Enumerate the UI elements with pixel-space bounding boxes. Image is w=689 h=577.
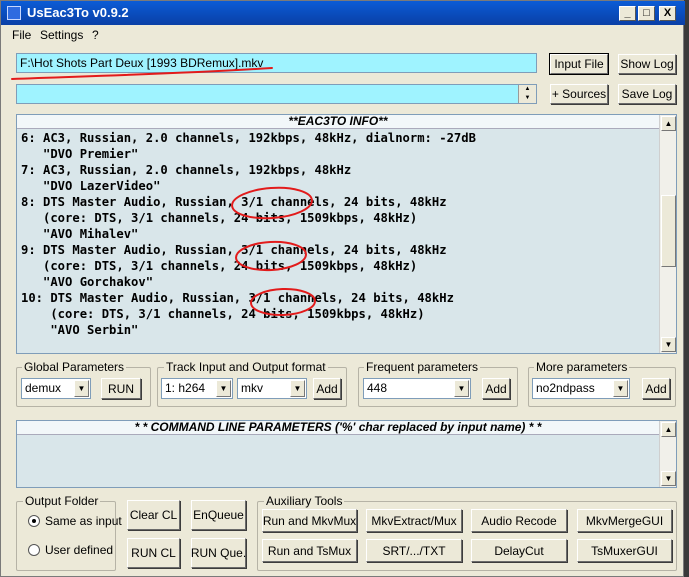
menu-bar: File Settings ? [1, 25, 685, 45]
global-parameters-value: demux [25, 381, 62, 395]
frequent-parameters-select[interactable]: 448 ▼ [363, 378, 471, 399]
info-line: "DVO Premier" [21, 147, 139, 161]
save-log-button[interactable]: Save Log [618, 84, 676, 104]
user-defined-label[interactable]: User defined [45, 543, 113, 557]
enqueue-button[interactable]: EnQueue [191, 500, 246, 530]
info-line: (core: DTS, 3/1 channels, 24 bits, 1509k… [21, 259, 418, 273]
scroll-down-icon[interactable]: ▼ [661, 337, 676, 352]
info-line: "AVO Serbin" [21, 323, 139, 337]
chevron-down-icon[interactable]: ▼ [454, 380, 469, 397]
info-line: "AVO Mihalev" [21, 227, 139, 241]
info-panel-header: **EAC3TO INFO** [17, 115, 659, 129]
info-panel-scrollbar[interactable]: ▲ ▼ [659, 115, 676, 353]
track-select[interactable]: 1: h264 ▼ [161, 378, 233, 399]
scroll-up-icon[interactable]: ▲ [661, 422, 676, 437]
more-parameters-value: no2ndpass [536, 381, 595, 395]
info-line: 9: DTS Master Audio, Russian, 3/1 channe… [21, 243, 447, 257]
input-file-path-field[interactable]: F:\Hot Shots Part Deux [1993 BDRemux].mk… [16, 53, 537, 73]
format-select[interactable]: mkv ▼ [237, 378, 307, 399]
menu-settings[interactable]: Settings [40, 28, 83, 42]
eac3to-info-panel: **EAC3TO INFO** 6: AC3, Russian, 2.0 cha… [16, 114, 677, 354]
app-window: UsEac3To v0.9.2 _ □ X File Settings ? F:… [0, 0, 685, 577]
add-sources-button[interactable]: + Sources [550, 84, 608, 104]
chevron-down-icon[interactable]: ▼ [613, 380, 628, 397]
app-icon [7, 6, 21, 20]
info-line: 7: AC3, Russian, 2.0 channels, 192kbps, … [21, 163, 352, 177]
command-line-header: * * COMMAND LINE PARAMETERS ('%' char re… [17, 421, 659, 435]
srt-txt-button[interactable]: SRT/.../TXT [366, 539, 462, 562]
scroll-down-icon[interactable]: ▼ [661, 471, 676, 486]
window-title: UsEac3To v0.9.2 [27, 5, 129, 20]
frequent-parameters-label: Frequent parameters [364, 360, 481, 374]
run-tsmux-button[interactable]: Run and TsMux [262, 539, 357, 562]
info-line: "AVO Gorchakov" [21, 275, 154, 289]
same-as-input-label[interactable]: Same as input [45, 514, 122, 528]
info-line: (core: DTS, 3/1 channels, 24 bits, 1509k… [21, 307, 425, 321]
info-line: (core: DTS, 3/1 channels, 24 bits, 1509k… [21, 211, 418, 225]
info-line: "DVO LazerVideo" [21, 179, 161, 193]
spinner-up-icon[interactable]: ▲ [519, 85, 536, 94]
command-line-panel: * * COMMAND LINE PARAMETERS ('%' char re… [16, 420, 677, 488]
secondary-input-spinner[interactable]: ▲ ▼ [518, 85, 536, 103]
track-format-label: Track Input and Output format [164, 360, 328, 374]
title-bar[interactable]: UsEac3To v0.9.2 _ □ X [1, 1, 685, 25]
clear-cl-button[interactable]: Clear CL [127, 500, 180, 530]
tsmuxergui-button[interactable]: TsMuxerGUI [577, 539, 672, 562]
track-add-button[interactable]: Add [313, 378, 341, 399]
info-line: 8: DTS Master Audio, Russian, 3/1 channe… [21, 195, 447, 209]
secondary-input-field[interactable] [16, 84, 537, 104]
background-desktop-edge [684, 0, 689, 577]
same-as-input-radio[interactable] [28, 515, 40, 527]
more-parameters-select[interactable]: no2ndpass ▼ [532, 378, 630, 399]
track-value: 1: h264 [165, 381, 206, 395]
menu-file[interactable]: File [12, 28, 31, 42]
input-file-button[interactable]: Input File [549, 53, 609, 75]
more-add-button[interactable]: Add [642, 378, 670, 399]
frequent-add-button[interactable]: Add [482, 378, 510, 399]
format-value: mkv [241, 381, 263, 395]
spinner-down-icon[interactable]: ▼ [519, 94, 536, 103]
minimize-button[interactable]: _ [619, 6, 636, 21]
run-cl-button[interactable]: RUN CL [127, 538, 180, 568]
output-folder-label: Output Folder [23, 494, 101, 508]
chevron-down-icon[interactable]: ▼ [216, 380, 231, 397]
menu-help[interactable]: ? [92, 28, 99, 42]
run-button[interactable]: RUN [101, 378, 141, 399]
global-parameters-label: Global Parameters [22, 360, 127, 374]
global-parameters-select[interactable]: demux ▼ [21, 378, 91, 399]
scroll-thumb[interactable] [661, 195, 676, 267]
info-line: 6: AC3, Russian, 2.0 channels, 192kbps, … [21, 131, 476, 145]
scroll-up-icon[interactable]: ▲ [661, 116, 676, 131]
chevron-down-icon[interactable]: ▼ [74, 380, 89, 397]
output-folder-group [16, 501, 116, 571]
command-line-textarea[interactable] [19, 437, 657, 485]
command-line-scrollbar[interactable]: ▲ ▼ [659, 421, 676, 487]
auxiliary-tools-label: Auxiliary Tools [264, 494, 345, 508]
more-parameters-label: More parameters [534, 360, 630, 374]
user-defined-radio[interactable] [28, 544, 40, 556]
delaycut-button[interactable]: DelayCut [471, 539, 567, 562]
mkvextract-mux-button[interactable]: MkvExtract/Mux [366, 509, 462, 532]
audio-recode-button[interactable]: Audio Recode [471, 509, 567, 532]
run-queue-button[interactable]: RUN Que. [191, 538, 246, 568]
show-log-button[interactable]: Show Log [618, 54, 676, 74]
run-mkvmux-button[interactable]: Run and MkvMux [262, 509, 357, 532]
maximize-button[interactable]: □ [638, 6, 655, 21]
chevron-down-icon[interactable]: ▼ [290, 380, 305, 397]
close-button[interactable]: X [659, 6, 676, 21]
mkvmergegui-button[interactable]: MkvMergeGUI [577, 509, 672, 532]
frequent-parameters-value: 448 [367, 381, 388, 395]
info-line: 10: DTS Master Audio, Russian, 3/1 chann… [21, 291, 454, 305]
